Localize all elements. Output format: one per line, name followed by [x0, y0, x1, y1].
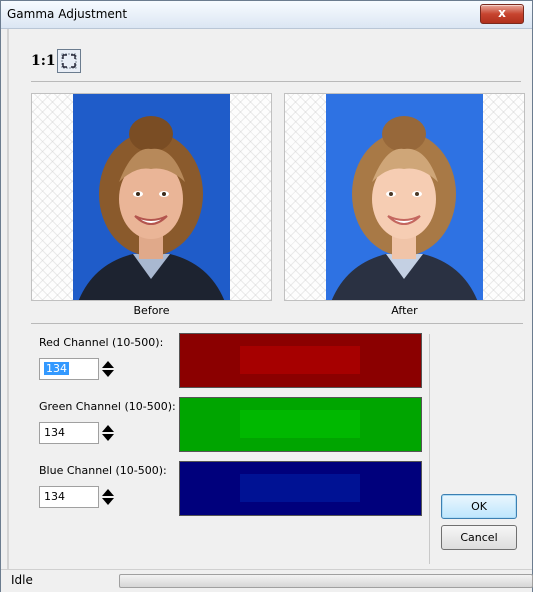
- actual-size-button[interactable]: 1:1: [31, 53, 56, 69]
- fit-to-window-button[interactable]: [57, 49, 81, 73]
- blue-channel-input[interactable]: 134: [39, 486, 99, 508]
- status-bar: Idle: [1, 569, 533, 592]
- spin-down-icon[interactable]: [102, 498, 114, 505]
- close-icon: x: [498, 6, 506, 20]
- red-channel-spinner: 134: [39, 358, 117, 382]
- blue-channel-label: Blue Channel (10-500):: [39, 464, 167, 477]
- blue-channel-spin-buttons[interactable]: [101, 486, 115, 508]
- red-channel-label: Red Channel (10-500):: [39, 336, 164, 349]
- red-channel-value: 134: [44, 362, 69, 375]
- close-button[interactable]: x: [480, 4, 524, 24]
- red-channel-spin-buttons[interactable]: [101, 358, 115, 380]
- status-text: Idle: [11, 573, 33, 587]
- toolbar-separator: [31, 81, 521, 82]
- blue-channel-spinner: 134: [39, 486, 117, 510]
- progress-bar: [119, 574, 533, 588]
- after-preview-panel: [284, 93, 525, 301]
- green-channel-spinner: 134: [39, 422, 117, 446]
- fit-to-window-icon: [61, 53, 77, 69]
- green-channel-preview: [179, 397, 422, 452]
- before-label: Before: [133, 304, 170, 317]
- red-channel-input[interactable]: 134: [39, 358, 99, 380]
- title-bar: Gamma Adjustment x: [1, 1, 532, 29]
- blue-channel-value: 134: [44, 490, 65, 503]
- spin-down-icon[interactable]: [102, 434, 114, 441]
- ok-button[interactable]: OK: [441, 494, 517, 519]
- spin-down-icon[interactable]: [102, 370, 114, 377]
- spin-up-icon[interactable]: [102, 425, 114, 432]
- green-channel-value: 134: [44, 426, 65, 439]
- window-title: Gamma Adjustment: [7, 7, 128, 21]
- before-preview-panel: [31, 93, 272, 301]
- button-column-divider: [429, 334, 430, 564]
- blue-channel-preview: [179, 461, 422, 516]
- green-channel-label: Green Channel (10-500):: [39, 400, 176, 413]
- spin-up-icon[interactable]: [102, 489, 114, 496]
- after-label: After: [391, 304, 418, 317]
- left-edge-strip: [7, 29, 9, 569]
- preview-separator: [31, 323, 523, 324]
- green-channel-spin-buttons[interactable]: [101, 422, 115, 444]
- spin-up-icon[interactable]: [102, 361, 114, 368]
- red-channel-preview: [179, 333, 422, 388]
- cancel-button[interactable]: Cancel: [441, 525, 517, 550]
- before-photo: [73, 94, 230, 300]
- green-channel-input[interactable]: 134: [39, 422, 99, 444]
- after-photo: [326, 94, 483, 300]
- gamma-adjustment-dialog: Gamma Adjustment x 1:1 Before After Red …: [0, 0, 533, 592]
